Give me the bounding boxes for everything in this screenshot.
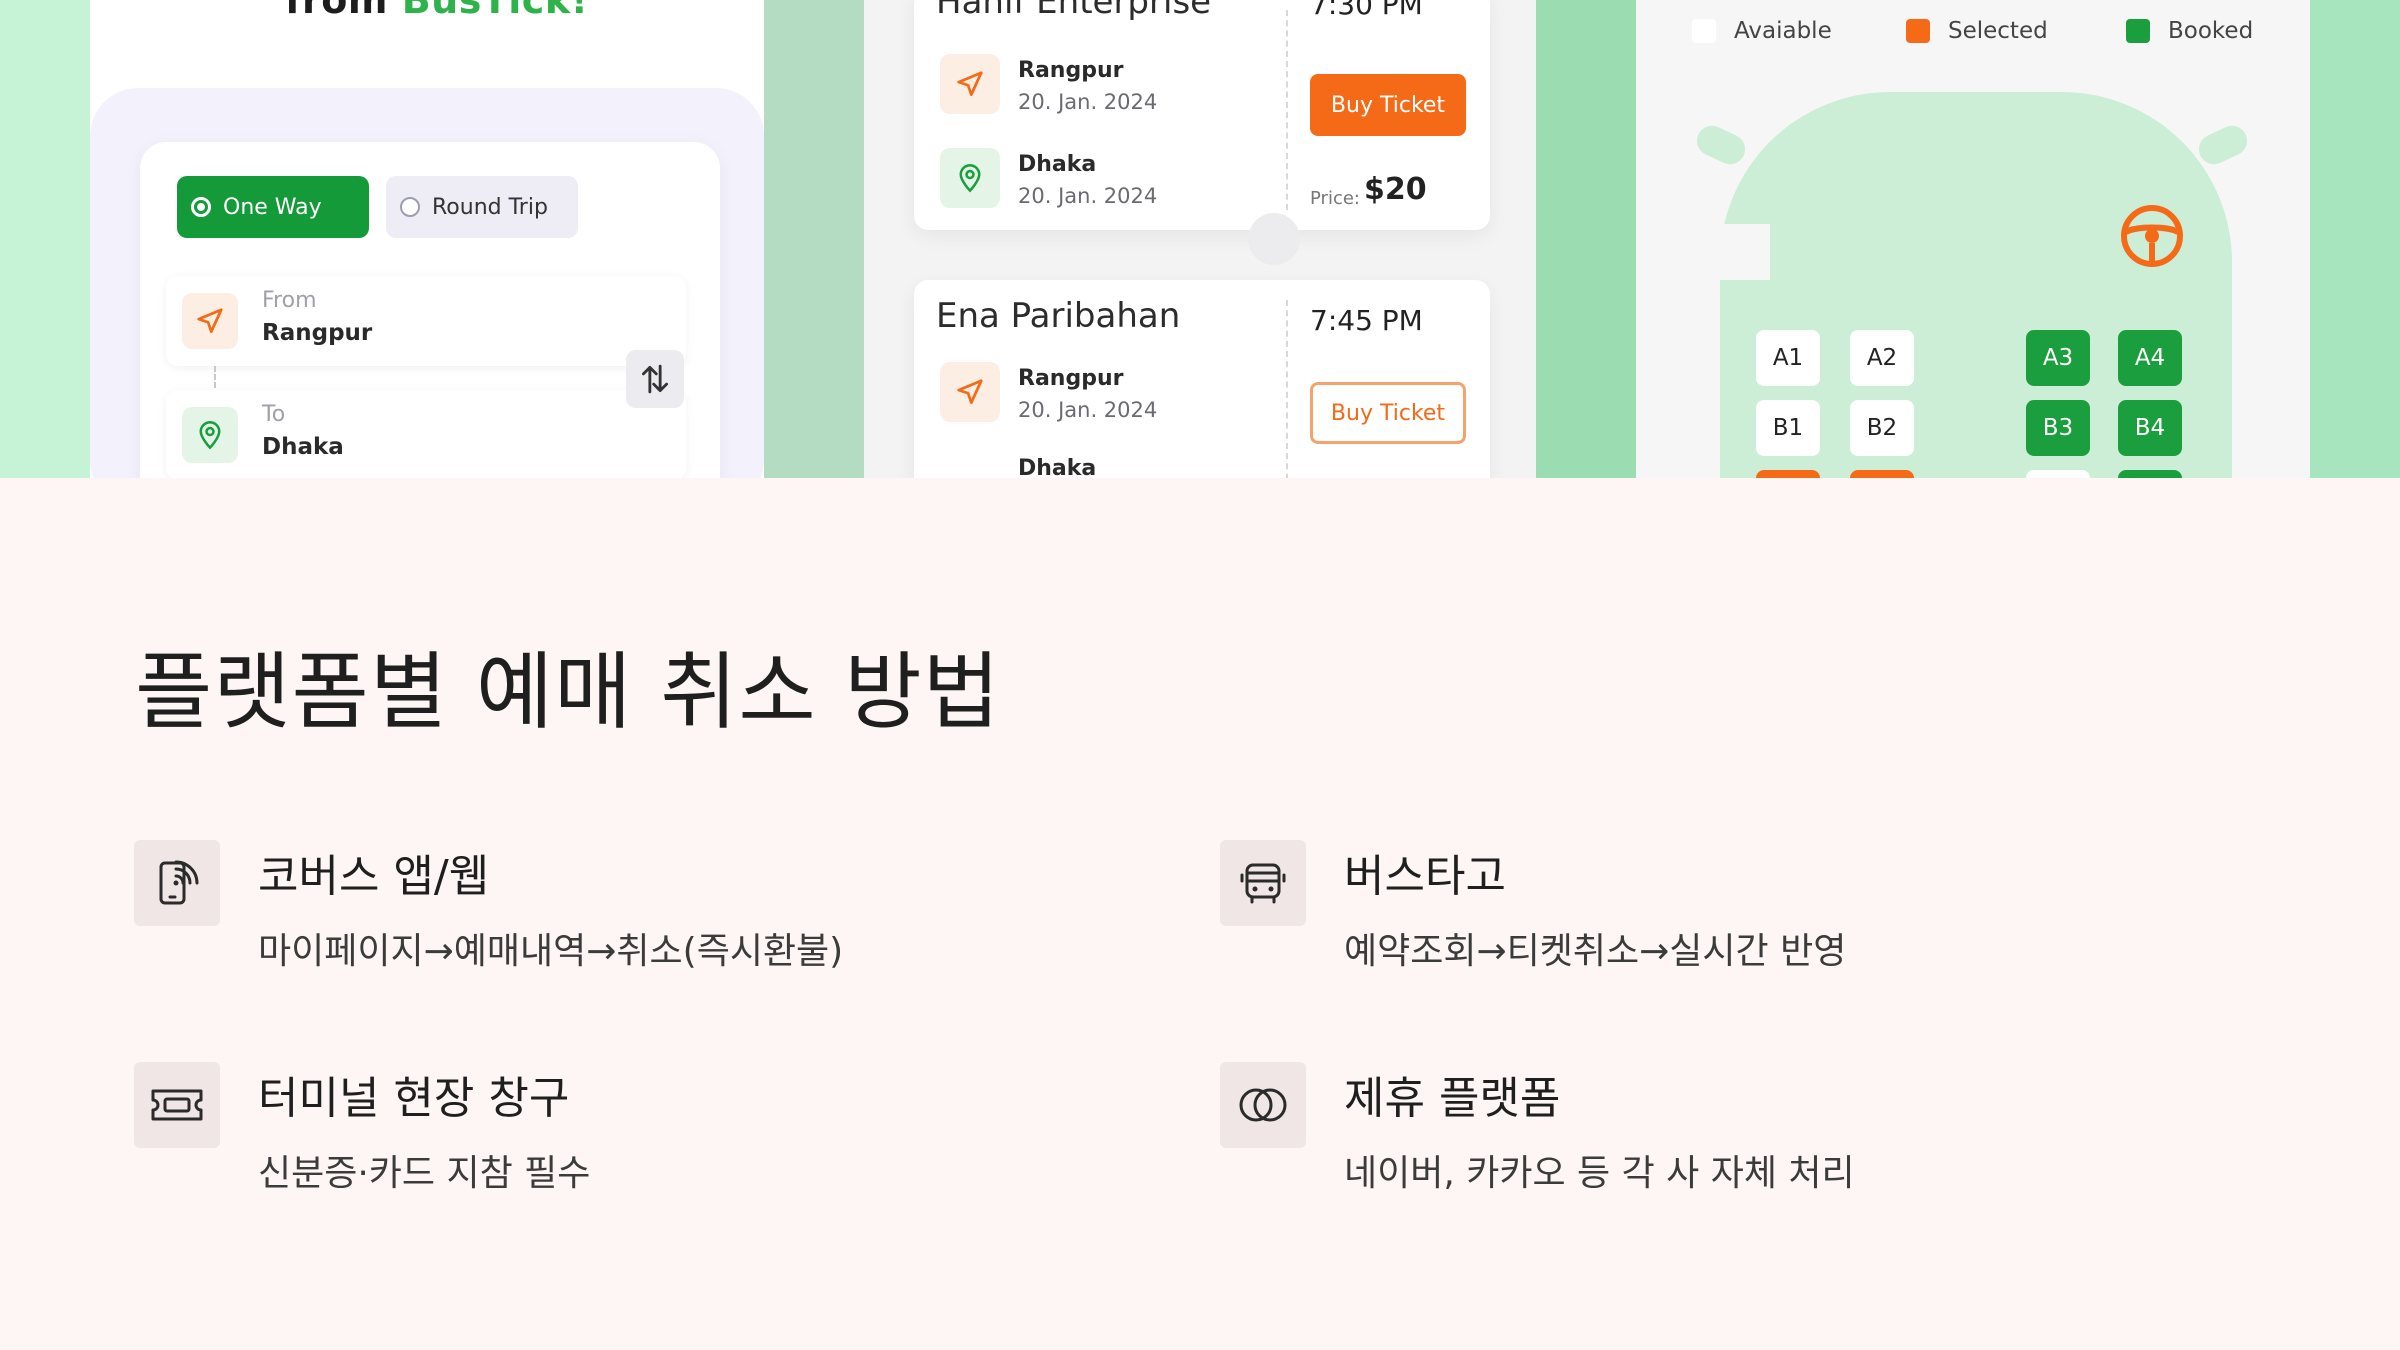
hero-background-right [2310,0,2400,478]
seat-b4[interactable]: B4 [2118,400,2182,456]
seat-a3[interactable]: A3 [2026,330,2090,386]
method-description: 신분증·카드 지참 필수 [258,1153,591,1194]
bus-mirror-right [2194,120,2252,170]
legend-selected: Selected [1906,18,2048,44]
legend-available-swatch [1692,19,1716,43]
one-way-label: One Way [223,194,322,220]
departure-time: 7:45 PM [1310,304,1423,337]
hero-banner: from BusTick! One Way Round Trip From Ra… [0,0,2400,478]
ticket-list-panel: Hanif Enterprise 7:30 PM Rangpur 20. Jan… [864,0,1536,478]
method-item-kobus: 코버스 앱/웹 마이페이지→예매내역→취소(즉시환불) [134,840,1034,980]
seat-a2[interactable]: A2 [1850,330,1914,386]
method-item-terminal: 터미널 현장 창구 신분증·카드 지참 필수 [134,1062,1034,1202]
hero-background-middle-right [1536,0,1636,478]
seat-b2[interactable]: B2 [1850,400,1914,456]
seat-map-panel: Avaiable Selected Booked A1 A2 A3 A4 B1 B2 B3 B… [1636,0,2310,478]
from-field[interactable]: From Rangpur [166,276,686,366]
legend-selected-label: Selected [1948,18,2048,44]
operator-name: Hanif Enterprise [936,0,1212,22]
origin-date: 20. Jan. 2024 [1018,90,1158,114]
method-title: 제휴 플랫폼 [1344,1073,1561,1124]
legend-available: Avaiable [1692,18,1832,44]
method-description: 예약조회→티켓취소→실시간 반영 [1344,931,1847,972]
steering-wheel-icon [2118,202,2186,274]
bus-mirror-left [1692,120,1750,170]
round-trip-radio[interactable]: Round Trip [386,176,578,238]
seat-selected[interactable] [1756,470,1820,478]
seat-b1[interactable]: B1 [1756,400,1820,456]
radio-selected-icon [191,197,211,217]
from-value: Rangpur [262,320,373,346]
origin-city: Rangpur [1018,58,1124,83]
from-label: From [262,288,317,313]
map-pin-icon [182,407,238,463]
ticket-divider [1286,300,1288,478]
radio-empty-icon [400,197,420,217]
hero-background-middle [764,0,864,478]
origin-date: 20. Jan. 2024 [1018,398,1158,422]
one-way-radio[interactable]: One Way [177,176,369,238]
to-field[interactable]: To Dhaka [166,390,686,478]
destination-city: Dhaka [1018,152,1097,177]
legend-booked: Booked [2126,18,2253,44]
ticket-card: Hanif Enterprise 7:30 PM Rangpur 20. Jan… [914,0,1490,230]
seat-selected[interactable] [1850,470,1914,478]
seat-b3[interactable]: B3 [2026,400,2090,456]
seat-booked[interactable] [2118,470,2182,478]
method-description: 네이버, 카카오 등 각 사 자체 처리 [1344,1153,1855,1194]
ticket-notch [1248,213,1300,265]
seat-a4[interactable]: A4 [2118,330,2182,386]
navigation-arrow-icon [940,362,1000,422]
seat-available[interactable] [2026,470,2090,478]
operator-name: Ena Paribahan [936,296,1181,336]
ticket-icon [134,1062,220,1148]
legend-booked-label: Booked [2168,18,2254,44]
ticket-divider [1286,10,1288,210]
destination-city: Dhaka [1018,456,1097,478]
buy-ticket-button[interactable]: Buy Ticket [1310,74,1466,136]
legend-booked-swatch [2126,19,2150,43]
brand-name: BusTick! [401,0,589,22]
page-title: 플랫폼별 예매 취소 방법 [135,643,1001,741]
map-pin-icon [940,148,1000,208]
search-panel: from BusTick! One Way Round Trip From Ra… [90,0,764,478]
navigation-arrow-icon [940,54,1000,114]
price-value: $20 [1364,172,1427,207]
swap-direction-button[interactable] [626,350,684,408]
overlapping-circles-icon [1220,1062,1306,1148]
bus-door [1720,224,1770,280]
method-item-bustago: 버스타고 예약조회→티켓취소→실시간 반영 [1220,840,2120,980]
search-panel-title: from BusTick! [285,0,588,22]
buy-ticket-button[interactable]: Buy Ticket [1310,382,1466,444]
destination-date: 20. Jan. 2024 [1018,184,1158,208]
method-title: 버스타고 [1344,851,1506,902]
price-label: Price: [1310,188,1360,209]
to-label: To [262,402,286,427]
swap-arrows-icon [642,364,668,394]
method-item-partner: 제휴 플랫폼 네이버, 카카오 등 각 사 자체 처리 [1220,1062,2120,1202]
legend-available-label: Avaiable [1734,18,1832,44]
to-value: Dhaka [262,434,344,460]
ticket-card: Ena Paribahan 7:45 PM Rangpur 20. Jan. 2… [914,280,1490,478]
legend-selected-swatch [1906,19,1930,43]
origin-city: Rangpur [1018,366,1124,391]
round-trip-label: Round Trip [432,194,548,220]
tap-phone-icon [134,840,220,926]
method-title: 터미널 현장 창구 [258,1073,570,1124]
method-description: 마이페이지→예매내역→취소(즉시환불) [258,931,844,972]
departure-time: 7:30 PM [1310,0,1423,21]
navigation-arrow-icon [182,293,238,349]
bus-icon [1220,840,1306,926]
method-title: 코버스 앱/웹 [258,851,490,902]
seat-a1[interactable]: A1 [1756,330,1820,386]
